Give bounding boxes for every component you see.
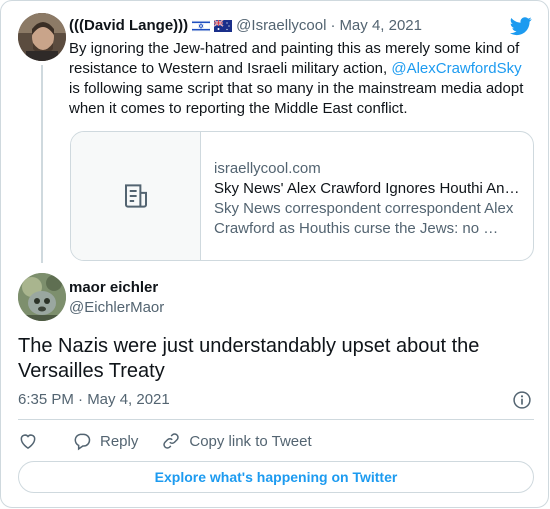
link-icon (163, 433, 180, 449)
twitter-bird-icon[interactable] (509, 15, 533, 37)
main-author-avatar[interactable] (18, 273, 66, 321)
link-preview-info: israellycool.com Sky News' Alex Crawford… (214, 159, 524, 239)
australia-flag-icon (214, 20, 233, 32)
link-description-line-2: Crawford as Houthis curse the Jews: no … (214, 220, 499, 237)
info-icon[interactable] (512, 390, 532, 410)
main-author-name[interactable]: maor eichler (69, 278, 158, 298)
copy-link-button[interactable]: Copy link to Tweet (161, 429, 312, 453)
main-tweet-text: The Nazis were just understandably upset… (18, 335, 480, 382)
link-preview-card[interactable]: israellycool.com Sky News' Alex Crawford… (70, 131, 534, 261)
heart-icon (20, 434, 36, 449)
link-description-line-1: Sky News correspondent correspondent Ale… (214, 200, 514, 217)
tweet-actions: Reply Copy link to Tweet (18, 429, 312, 453)
copy-link-label: Copy link to Tweet (189, 432, 312, 450)
parent-author-avatar[interactable] (18, 13, 66, 61)
main-tweet-timestamp[interactable]: 6:35 PM · May 4, 2021 (18, 390, 170, 410)
reply-button[interactable]: Reply (72, 429, 138, 453)
main-author-handle[interactable]: @EichlerMaor (69, 298, 164, 318)
article-icon (124, 184, 147, 208)
israel-flag-icon (192, 20, 211, 32)
parent-tweet-date[interactable]: May 4, 2021 (339, 16, 422, 36)
link-thumbnail (71, 132, 201, 260)
tweet-embed-card: (((David Lange))) @Israellycool · May 4,… (0, 0, 549, 508)
divider (18, 419, 534, 420)
separator-dot: · (330, 17, 336, 34)
thread-connector-line (41, 65, 43, 263)
reply-label: Reply (100, 432, 139, 450)
parent-author-handle[interactable]: @Israellycool (236, 16, 326, 36)
parent-author-name[interactable]: (((David Lange))) (69, 16, 188, 36)
parent-tweet-header: (((David Lange))) @Israellycool · May 4,… (69, 16, 499, 36)
mention-link[interactable]: @AlexCrawfordSky (391, 60, 521, 77)
parent-text-part-2: is following same script that so many in… (69, 80, 524, 117)
parent-tweet-text: By ignoring the Jew-hatred and painting … (69, 39, 535, 119)
reply-icon (74, 433, 91, 451)
link-title: Sky News' Alex Crawford Ignores Houthi A… (214, 180, 520, 197)
link-domain: israellycool.com (214, 160, 321, 177)
explore-twitter-button[interactable]: Explore what's happening on Twitter (18, 461, 534, 493)
like-button[interactable] (18, 429, 38, 453)
